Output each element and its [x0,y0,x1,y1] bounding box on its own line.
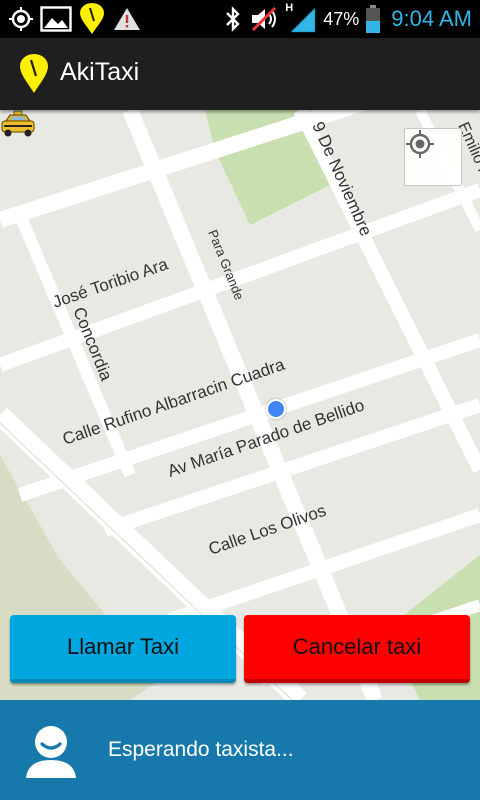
gallery-icon [40,6,72,32]
status-bar-right: H 47% 9:04 AM [223,2,472,34]
waiting-status-text: Esperando taxista... [108,738,294,761]
cancel-taxi-button[interactable]: Cancelar taxi [244,615,470,683]
akitaxi-notification-icon [80,3,104,34]
battery-percent: 47% [323,8,360,29]
call-taxi-button[interactable]: Llamar Taxi [10,615,236,683]
status-bar-left [8,3,142,34]
status-bar: H 47% 9:04 AM [0,0,480,38]
mute-icon [252,6,277,32]
blue-dot-icon [266,399,286,419]
signal-icon [290,7,316,33]
gps-icon [9,7,33,31]
yellow-pin-logo-icon[interactable] [18,54,50,94]
bluetooth-icon [226,6,240,32]
user-avatar-icon [26,726,76,778]
status-time: 9:04 AM [391,6,472,31]
call-taxi-label: Llamar Taxi [66,634,180,659]
battery-icon [366,5,381,33]
app-action-bar: AkiTaxi [0,38,480,110]
my-location-button[interactable] [404,128,462,186]
warning-icon [114,8,140,30]
taxi-icon[interactable] [0,110,36,140]
app-title: AkiTaxi [60,58,140,86]
cancel-taxi-label: Cancelar taxi [292,634,422,659]
map-canvas[interactable]: José Toribio Ara 9 De Noviembre Emilio F… [0,110,480,700]
signal-indicator: H [285,2,317,33]
my-location-icon [406,130,434,158]
map-view[interactable]: José Toribio Ara 9 De Noviembre Emilio F… [0,110,480,700]
status-panel: Esperando taxista... [0,700,480,800]
